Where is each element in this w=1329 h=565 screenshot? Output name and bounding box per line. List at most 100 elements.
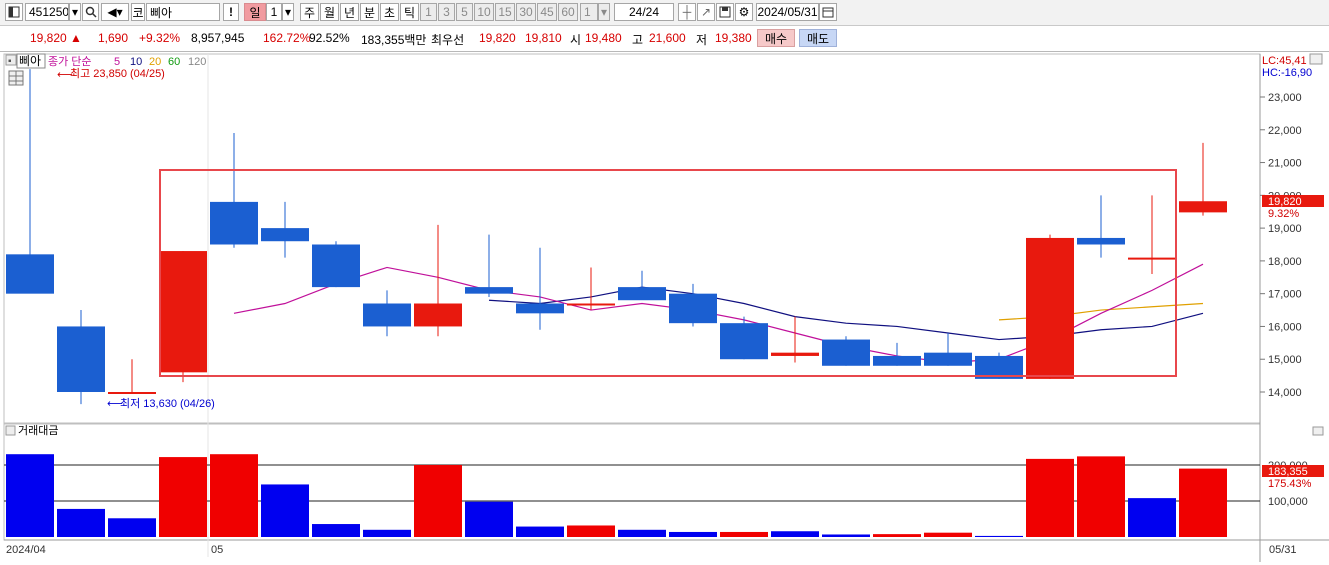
tab-year[interactable]: 년 — [340, 3, 359, 21]
period-count-dropdown-icon[interactable]: ▾ — [282, 3, 294, 21]
turnover-bar — [924, 532, 972, 537]
tab-week[interactable]: 주 — [300, 3, 319, 21]
lc-label: LC:45,41 — [1262, 55, 1307, 67]
interval-30[interactable]: 30 — [516, 3, 536, 21]
ma-legend-prefix: 종가 단순 — [48, 55, 92, 68]
stock-name-field[interactable]: 삐아 — [146, 3, 220, 21]
tab-day[interactable]: 일 — [244, 3, 266, 21]
interval-60[interactable]: 60 — [558, 3, 578, 21]
candle-body — [108, 392, 156, 394]
turnover-bar — [261, 484, 309, 537]
volume-value: 8,957,945 — [191, 31, 245, 45]
alert-button[interactable]: ! — [223, 3, 239, 21]
turnover-bar — [6, 454, 54, 537]
volume-ratio: 162.72% — [263, 31, 311, 45]
y-tick-label: 16,000 — [1268, 321, 1302, 333]
open-label: 시 — [570, 33, 582, 47]
calendar-icon[interactable] — [819, 3, 837, 21]
panel-menu-icon[interactable] — [1309, 53, 1323, 65]
interval-15[interactable]: 15 — [495, 3, 515, 21]
turnover-bar — [210, 454, 258, 537]
volume-panel-title: 거래대금 — [18, 424, 58, 437]
chart-area[interactable]: ▪ 삐아 종가 단순 5 10 20 60 120 LC:45,41 HC:-1… — [0, 52, 1329, 562]
low-label: 저 — [696, 33, 708, 47]
last-pct-tag: 9.32% — [1268, 208, 1299, 220]
turnover-bar — [363, 529, 411, 537]
current-price: 19,820 ▲ — [30, 31, 82, 45]
period-count-input[interactable]: 1 — [266, 3, 282, 21]
hc-label: HC:-16,90 — [1262, 67, 1312, 79]
interval-1[interactable]: 1 — [420, 3, 437, 21]
turnover-bar — [720, 531, 768, 537]
date-input[interactable]: 2024/05/31 — [756, 3, 819, 21]
turnover-bar — [822, 534, 870, 537]
turnover-bar — [159, 457, 207, 537]
search-icon[interactable] — [82, 3, 99, 21]
candle-body — [618, 287, 666, 301]
window-icon[interactable] — [5, 3, 23, 21]
save-icon[interactable] — [716, 3, 734, 21]
tab-tick[interactable]: 틱 — [400, 3, 419, 21]
chart-type-icon[interactable]: ┼ — [678, 3, 696, 21]
ma-legend-10: 10 — [130, 56, 142, 68]
candlestick-chart[interactable]: ▪ 삐아 종가 단순 5 10 20 60 120 LC:45,41 HC:-1… — [0, 52, 1329, 562]
interval-value-input[interactable]: 1 — [580, 3, 598, 21]
settings-icon[interactable]: ⚙ — [735, 3, 753, 21]
tab-month[interactable]: 월 — [320, 3, 339, 21]
volume-panel-menu-icon[interactable] — [1312, 426, 1324, 436]
price-panel-name: 삐아 — [19, 54, 41, 68]
interval-3[interactable]: 3 — [438, 3, 455, 21]
trend-icon[interactable]: ↗ — [697, 3, 715, 21]
price-change: 1,690 — [98, 31, 129, 45]
turnover-bar — [975, 535, 1023, 537]
tab-minute[interactable]: 분 — [360, 3, 379, 21]
interval-45[interactable]: 45 — [537, 3, 557, 21]
window-icon-glyph — [8, 6, 20, 18]
candle-body — [1026, 237, 1074, 379]
code-dropdown-icon[interactable]: ▾ — [69, 3, 81, 21]
candle-body — [822, 339, 870, 366]
sell-button[interactable]: 매도 — [799, 29, 837, 47]
magnifier-glyph — [85, 6, 97, 18]
candle-body — [669, 293, 717, 324]
stock-code-input[interactable]: 451250 — [25, 3, 69, 21]
turnover-bar — [108, 518, 156, 537]
volume-last-pct: 175.43% — [1268, 478, 1312, 490]
candle-body — [720, 323, 768, 360]
interval-5[interactable]: 5 — [456, 3, 473, 21]
high-annotation: 최고 23,850 (04/25) — [70, 67, 165, 80]
volume-collapse-icon[interactable] — [5, 425, 16, 436]
turnover-bar — [1026, 458, 1074, 537]
volume-last-tag-text: 183,355 — [1268, 466, 1308, 478]
low-annotation: 최저 13,630 (04/26) — [120, 397, 215, 410]
ma-legend-60: 60 — [168, 56, 180, 68]
candle-body — [312, 244, 360, 288]
turnover-bar — [1077, 456, 1125, 537]
candle-body — [516, 303, 564, 314]
buy-button[interactable]: 매수 — [757, 29, 795, 47]
best-bid: 19,810 — [525, 31, 562, 45]
candle-body — [159, 251, 207, 373]
y-tick-label: 22,000 — [1268, 125, 1302, 137]
price-change-pct: +9.32% — [139, 31, 181, 45]
ma-legend-120: 120 — [188, 56, 206, 68]
trade-amount: 183,355백만 — [361, 33, 427, 47]
candle-body — [6, 254, 54, 294]
market-prefix: 코 — [131, 3, 145, 21]
interval-dropdown-icon[interactable]: ▾ — [598, 3, 610, 21]
candle-body — [873, 355, 921, 366]
candle-body — [1179, 201, 1227, 213]
best-ask: 19,820 — [479, 31, 516, 45]
candle-body — [363, 303, 411, 327]
sound-icon[interactable]: ◀▾ — [101, 3, 129, 21]
tab-second[interactable]: 초 — [380, 3, 399, 21]
y-tick-label: 23,000 — [1268, 92, 1302, 104]
interval-10[interactable]: 10 — [474, 3, 494, 21]
candle-body — [465, 287, 513, 294]
turnover-bar — [57, 508, 105, 537]
x-axis-start-label: 2024/04 — [6, 544, 46, 556]
y-tick-label: 15,000 — [1268, 354, 1302, 366]
volume-tick-label: 100,000 — [1268, 496, 1308, 508]
turnover-bar — [465, 501, 513, 537]
turnover-bar — [414, 465, 462, 537]
